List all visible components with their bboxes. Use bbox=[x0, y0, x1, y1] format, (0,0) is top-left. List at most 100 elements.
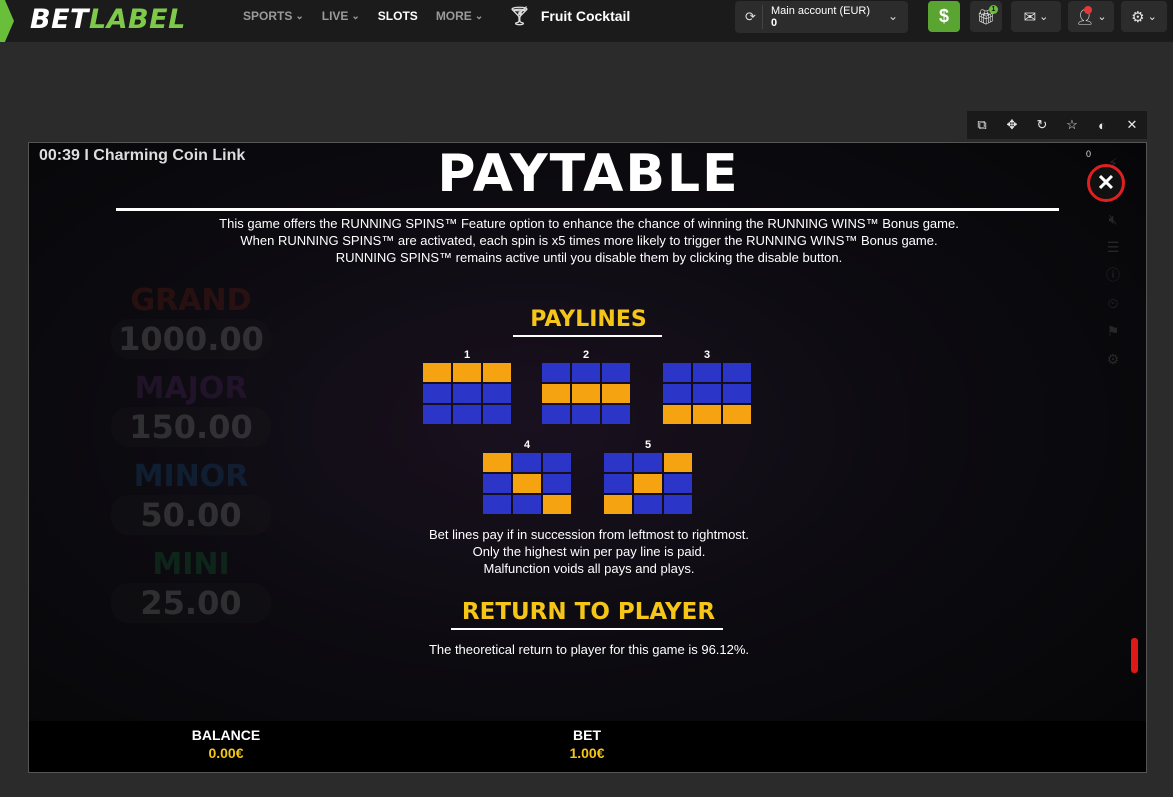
payline-grid bbox=[604, 453, 692, 514]
reload-icon[interactable]: ↻ bbox=[1030, 117, 1054, 133]
rtp-heading: RETURN TO PLAYER bbox=[461, 599, 716, 625]
cocktail-icon: 🍸︎ bbox=[508, 5, 531, 26]
divider bbox=[116, 208, 1059, 211]
account-selector[interactable]: ⟳ Main account (EUR) 0 ⌄ bbox=[735, 1, 908, 33]
game-bottom-bar: BALANCE 0.00€ BET 1.00€ bbox=[29, 721, 1146, 772]
payline-cell bbox=[634, 453, 662, 472]
payline-cell-active bbox=[663, 405, 691, 424]
payline-cell-active bbox=[664, 453, 692, 472]
chevron-down-icon: ⌄ bbox=[351, 10, 360, 22]
profile-button[interactable]: 👤︎ ⌄ bbox=[1068, 1, 1114, 32]
envelope-icon: ✉ bbox=[1023, 8, 1037, 26]
rtp-text: The theoretical return to player for thi… bbox=[428, 642, 750, 657]
game-title-text: Fruit Cocktail bbox=[540, 8, 631, 24]
settings-button[interactable]: ⚙ ⌄ bbox=[1121, 1, 1167, 32]
payline-cell bbox=[543, 453, 571, 472]
close-icon[interactable]: ✕ bbox=[1120, 117, 1144, 133]
refresh-icon[interactable]: ⟳ bbox=[739, 5, 763, 29]
payline-number: 3 bbox=[703, 349, 711, 361]
payline-cell-active bbox=[604, 495, 632, 514]
top-navigation-bar: BETLABEL SPORTS ⌄ LIVE ⌄ SLOTS MORE ⌄ 🍸︎ Fr… bbox=[0, 0, 1173, 42]
game-frame: GRAND1000.00MAJOR150.00MINOR50.00MINI25.… bbox=[28, 142, 1147, 773]
messages-button[interactable]: ✉ ⌄ bbox=[1011, 1, 1061, 32]
nav-more[interactable]: MORE ⌄ bbox=[436, 9, 483, 23]
intro-line: RUNNING SPINS™ remains active until you … bbox=[335, 250, 843, 265]
payline-grid bbox=[483, 453, 571, 514]
close-paytable-button[interactable]: ✕ bbox=[1087, 164, 1125, 202]
payline-cell-active bbox=[543, 495, 571, 514]
payline-cell bbox=[693, 384, 721, 403]
payline-4: 4 bbox=[483, 439, 571, 514]
account-balance: 0 bbox=[771, 17, 778, 29]
payline-cell bbox=[542, 363, 570, 382]
payline-cell bbox=[572, 405, 600, 424]
intro-line: This game offers the RUNNING SPINS™ Feat… bbox=[219, 216, 959, 231]
nav-sports-label: SPORTS bbox=[243, 9, 293, 23]
payline-cell-active bbox=[423, 363, 451, 382]
notification-dot bbox=[1084, 6, 1092, 14]
gift-badge: 1 bbox=[989, 5, 998, 14]
payline-2: 2 bbox=[542, 349, 630, 424]
current-game-title: 🍸︎ Fruit Cocktail bbox=[508, 5, 630, 27]
bet-display: BET 1.00€ bbox=[517, 726, 657, 763]
star-icon[interactable]: ☆ bbox=[1060, 117, 1084, 133]
payline-cell bbox=[604, 474, 632, 493]
gift-button[interactable]: 🎁︎ 1 bbox=[970, 1, 1002, 32]
payline-cell-active bbox=[542, 384, 570, 403]
payline-cell-active bbox=[723, 405, 751, 424]
payline-cell bbox=[423, 384, 451, 403]
nav-live[interactable]: LIVE ⌄ bbox=[322, 9, 360, 23]
payline-number: 2 bbox=[582, 349, 590, 361]
close-icon: ✕ bbox=[1096, 170, 1116, 195]
intro-line: When RUNNING SPINS™ are activated, each … bbox=[240, 233, 938, 248]
chevron-down-icon: ⌄ bbox=[1097, 11, 1107, 23]
nav-slots[interactable]: SLOTS bbox=[378, 9, 418, 23]
gear-icon: ⚙ bbox=[1131, 8, 1145, 26]
nav-sports[interactable]: SPORTS ⌄ bbox=[243, 9, 304, 23]
payline-cell bbox=[453, 384, 481, 403]
payline-cell-active bbox=[693, 405, 721, 424]
paylines-heading: PAYLINES bbox=[530, 307, 647, 332]
scroll-indicator[interactable] bbox=[1131, 638, 1138, 673]
toggle-icon[interactable]: ◐ bbox=[1090, 118, 1114, 133]
account-info: Main account (EUR) 0 bbox=[771, 5, 870, 29]
payline-cell bbox=[543, 474, 571, 493]
payline-cell bbox=[634, 495, 662, 514]
nav-slots-label: SLOTS bbox=[377, 9, 418, 23]
rule-line: Only the highest win per pay line is pai… bbox=[472, 544, 706, 559]
feature-description: This game offers the RUNNING SPINS™ Feat… bbox=[189, 215, 989, 266]
payline-cell bbox=[723, 363, 751, 382]
betlabel-logo[interactable]: BETLABEL bbox=[30, 4, 186, 36]
balance-label: BALANCE bbox=[191, 727, 261, 743]
payline-grid bbox=[663, 363, 751, 424]
nav-more-label: MORE bbox=[435, 9, 472, 23]
payline-cell bbox=[602, 363, 630, 382]
divider bbox=[451, 628, 723, 630]
payline-number: 4 bbox=[523, 439, 531, 451]
payline-number: 5 bbox=[644, 439, 652, 451]
payline-cell-active bbox=[572, 384, 600, 403]
payline-3: 3 bbox=[663, 349, 751, 424]
payline-cell bbox=[483, 405, 511, 424]
deposit-button[interactable]: $ bbox=[928, 1, 960, 32]
dollar-icon: $ bbox=[938, 6, 949, 26]
logo-text-bet: BET bbox=[30, 4, 89, 35]
payline-cell bbox=[513, 453, 541, 472]
payline-cell bbox=[663, 363, 691, 382]
chevron-down-icon: ⌄ bbox=[295, 10, 304, 22]
payline-grid bbox=[542, 363, 630, 424]
balance-display: BALANCE 0.00€ bbox=[156, 726, 296, 763]
payline-5: 5 bbox=[604, 439, 692, 514]
logo-text-label: LABEL bbox=[88, 4, 186, 35]
balance-value: 0.00€ bbox=[208, 745, 244, 761]
payline-cell bbox=[453, 405, 481, 424]
payline-cell bbox=[572, 363, 600, 382]
move-icon[interactable]: ✥ bbox=[1000, 117, 1024, 133]
main-nav: SPORTS ⌄ LIVE ⌄ SLOTS MORE ⌄ bbox=[243, 0, 501, 32]
payline-cell bbox=[483, 474, 511, 493]
payline-cell bbox=[693, 363, 721, 382]
chevron-down-icon: ⌄ bbox=[1039, 11, 1049, 23]
popout-icon[interactable]: ⧉ bbox=[970, 117, 994, 133]
payline-1: 1 bbox=[423, 349, 511, 424]
payline-cell bbox=[423, 405, 451, 424]
